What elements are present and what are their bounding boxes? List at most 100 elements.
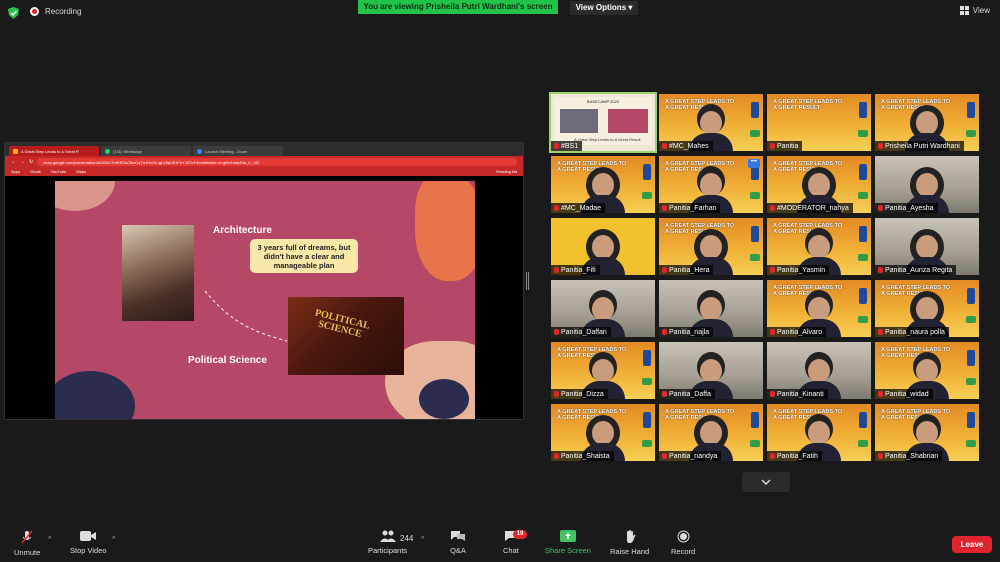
participant-head: [592, 421, 614, 445]
raise-hand-icon: [626, 530, 636, 543]
recording-indicator[interactable]: Recording: [30, 7, 81, 16]
participant-name: Panitia_Daffan: [561, 328, 607, 336]
participant-video-tile[interactable]: A GREAT STEP LEADS TO A GREAT RESULT ••• P…: [659, 156, 763, 213]
participant-video-tile[interactable]: Panitia_Daffa: [659, 342, 763, 399]
participant-video-tile[interactable]: A GREAT STEP LEADS TO A GREAT RESULT Pani…: [551, 342, 655, 399]
bookmark-maps[interactable]: Maps: [76, 169, 86, 174]
reload-icon[interactable]: ↻: [29, 159, 33, 165]
participant-name: Prisheila Putri Wardhani: [885, 142, 960, 150]
raise-hand-button[interactable]: Raise Hand: [610, 530, 649, 556]
participant-head: [808, 421, 830, 445]
participant-video-tile[interactable]: A GREAT STEP LEADS TO A GREAT RESULT #MOD…: [767, 156, 871, 213]
participant-video-tile[interactable]: A GREAT STEP LEADS TO A GREAT RESULT Pani…: [767, 280, 871, 337]
participant-video-tile[interactable]: A GREAT STEP LEADS TO A GREAT RESULT #MC_…: [551, 156, 655, 213]
chevron-down-icon: [761, 479, 771, 485]
meeting-toolbar: Unmute ^ Stop Video ^ Participants 244 ^…: [0, 526, 1000, 562]
participant-nameplate: Panitia_najla: [659, 327, 714, 337]
view-options-button[interactable]: View Options ▾: [570, 1, 638, 15]
microphone-muted-icon: [878, 453, 883, 459]
participants-options-caret[interactable]: ^: [421, 536, 424, 543]
participant-video-tile[interactable]: A GREAT STEP LEADS TO A GREAT RESULT Pani…: [875, 342, 979, 399]
participant-video-tile[interactable]: A GREAT STEP LEADS TO A GREAT RESULT Pani…: [767, 218, 871, 275]
event-banner-text: A GREAT STEP LEADS TO A GREAT RESULT: [773, 223, 843, 235]
sponsor-logo: [966, 378, 976, 385]
participant-nameplate: Panitia_Farhan: [659, 203, 721, 213]
microphone-muted-icon: [770, 205, 775, 211]
audio-options-caret[interactable]: ^: [48, 536, 51, 543]
viewing-banner: You are viewing Prisheila Putri Wardhani…: [358, 0, 558, 14]
leave-button[interactable]: Leave: [952, 536, 992, 553]
participant-video-tile[interactable]: A GREAT STEP LEADS TO A GREAT RESULT Pani…: [767, 94, 871, 151]
record-button[interactable]: Record: [671, 530, 695, 556]
back-icon[interactable]: ←: [11, 159, 16, 165]
participant-video-tile[interactable]: Panitia_Kinanti: [767, 342, 871, 399]
sponsor-logo: [858, 440, 868, 447]
participant-video-tile[interactable]: Panitia_Fifi: [551, 218, 655, 275]
participant-video-tile[interactable]: BASECAMP 2022 A Great Step Leads to A Gre…: [549, 92, 657, 153]
microphone-muted-icon: [662, 391, 667, 397]
participant-video-tile[interactable]: A GREAT STEP LEADS TO A GREAT RESULT Pani…: [767, 404, 871, 461]
microphone-muted-icon: [662, 329, 667, 335]
microphone-muted-icon: [554, 329, 559, 335]
participant-video-tile[interactable]: A GREAT STEP LEADS TO A GREAT RESULT #MC_…: [659, 94, 763, 151]
shared-screen[interactable]: A Great Step Leads to A Great R (131) Wh…: [4, 142, 524, 420]
participant-name: Panitia: [777, 142, 799, 150]
tab-label: A Great Step Leads to A Great R: [21, 149, 79, 154]
participant-video-tile[interactable]: Panitia_Ayesha: [875, 156, 979, 213]
participant-video-tile[interactable]: A GREAT STEP LEADS TO A GREAT RESULT Pani…: [875, 404, 979, 461]
view-button[interactable]: View: [959, 6, 990, 15]
participant-video-tile[interactable]: A GREAT STEP LEADS TO A GREAT RESULT Pani…: [551, 404, 655, 461]
participant-nameplate: Panitia_Daffa: [659, 389, 715, 399]
microphone-muted-icon: [878, 391, 883, 397]
shield-icon[interactable]: [8, 7, 19, 19]
event-logo: [967, 350, 975, 366]
bookmark-youtube[interactable]: YouTube: [51, 169, 67, 174]
browser-tab-slides[interactable]: A Great Step Leads to A Great R: [9, 146, 99, 156]
participant-name: Panitia_Hera: [669, 266, 710, 274]
participant-video-tile[interactable]: A GREAT STEP LEADS TO A GREAT RESULT Pris…: [875, 94, 979, 151]
event-logo: [643, 350, 651, 366]
event-logo: [751, 102, 759, 118]
unmute-label: Unmute: [14, 548, 41, 557]
participant-head: [916, 297, 938, 321]
browser-tab-strip: A Great Step Leads to A Great R (131) Wh…: [5, 143, 523, 156]
participant-video-tile[interactable]: Panitia_najla: [659, 280, 763, 337]
chat-label: Chat: [503, 546, 519, 555]
qa-button[interactable]: Q&A: [450, 530, 466, 555]
participant-nameplate: Panitia_naura polla: [875, 327, 949, 337]
video-options-caret[interactable]: ^: [112, 536, 115, 543]
view-label: View: [972, 6, 990, 15]
browser-tab-zoom[interactable]: Launch Meeting - Zoom: [193, 146, 283, 156]
participant-name: Panitia_widad: [885, 390, 929, 398]
participant-head: [592, 235, 614, 259]
participant-nameplate: Panitia_widad: [875, 389, 933, 399]
event-banner-text: A GREAT STEP LEADS TO A GREAT RESULT: [881, 285, 951, 297]
political-science-photo: POLITICAL SCIENCE: [288, 297, 404, 375]
reading-list[interactable]: Reading list: [496, 169, 517, 174]
screen-share-thumbnail: BASECAMP 2022 A Great Step Leads to A Gre…: [554, 97, 652, 145]
tile-more-options-button[interactable]: •••: [748, 159, 760, 168]
bookmark-gmail[interactable]: Gmail: [30, 169, 40, 174]
unmute-button[interactable]: Unmute: [14, 530, 40, 557]
participant-head: [916, 173, 938, 197]
event-logo: [643, 164, 651, 180]
browser-tab-whatsapp[interactable]: (131) WhatsApp: [101, 146, 191, 156]
stop-video-button[interactable]: Stop Video: [70, 530, 107, 555]
event-banner-text: A GREAT STEP LEADS TO A GREAT RESULT: [665, 99, 735, 111]
participant-video-tile[interactable]: A GREAT STEP LEADS TO A GREAT RESULT Pani…: [659, 404, 763, 461]
bookmark-apps[interactable]: Apps: [11, 169, 20, 174]
microphone-muted-icon: [878, 143, 883, 149]
splitter-handle[interactable]: [526, 272, 529, 290]
event-banner-text: A GREAT STEP LEADS TO A GREAT RESULT: [557, 409, 627, 421]
thumbnail-presenter: [560, 109, 598, 133]
forward-icon[interactable]: →: [20, 159, 25, 165]
participant-video-tile[interactable]: A GREAT STEP LEADS TO A GREAT RESULT Pani…: [875, 280, 979, 337]
gallery-next-page-button[interactable]: [742, 472, 790, 492]
sponsor-logo: [966, 130, 976, 137]
url-field[interactable]: docs.google.com/presentation/d/10KUTmRED…: [37, 157, 517, 166]
participant-video-tile[interactable]: Panitia_Auriza Regita: [875, 218, 979, 275]
participant-video-tile[interactable]: Panitia_Daffan: [551, 280, 655, 337]
share-screen-button[interactable]: Share Screen: [545, 530, 591, 555]
event-logo: [751, 412, 759, 428]
participant-video-tile[interactable]: A GREAT STEP LEADS TO A GREAT RESULT Pani…: [659, 218, 763, 275]
